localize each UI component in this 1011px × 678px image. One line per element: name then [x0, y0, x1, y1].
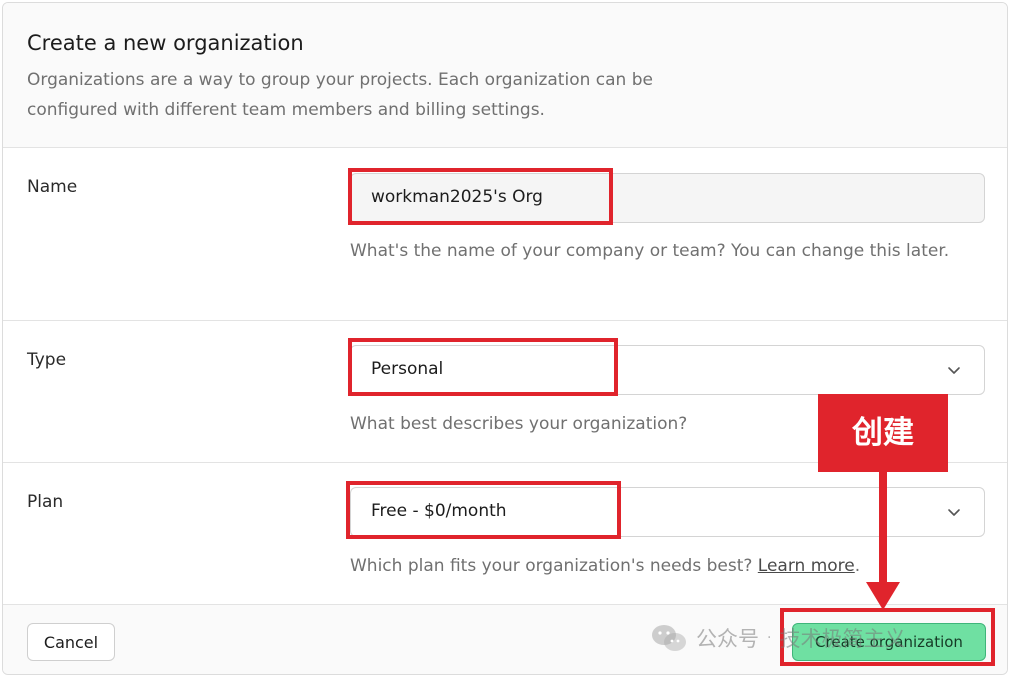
annotation-box-type: [348, 338, 618, 396]
plan-help-suffix: .: [854, 556, 861, 576]
annotation-arrow-line: [879, 472, 887, 586]
annotation-box-plan: [346, 481, 621, 539]
annotation-arrow-head: [866, 582, 900, 610]
wechat-icon: [652, 625, 686, 651]
plan-help-prefix: Which plan fits your organization's need…: [350, 556, 758, 576]
watermark-separator: ·: [767, 630, 772, 646]
plan-label: Plan: [27, 492, 64, 512]
name-help-text: What's the name of your company or team?…: [350, 241, 950, 261]
annotation-create-tag: 创建: [818, 394, 948, 472]
cancel-button[interactable]: Cancel: [27, 623, 115, 661]
watermark-author: 技术极简主义: [779, 627, 906, 651]
card-header: Create a new organization Organizations …: [3, 3, 1007, 148]
type-label: Type: [27, 350, 67, 370]
watermark-source: 公众号: [696, 627, 759, 651]
chevron-down-icon: [948, 367, 960, 374]
chevron-down-icon: [948, 509, 960, 516]
page-description: Organizations are a way to group your pr…: [27, 70, 653, 120]
name-label: Name: [27, 177, 78, 197]
annotation-box-name: [348, 168, 613, 225]
page-title: Create a new organization: [27, 31, 304, 55]
watermark: 公众号 · 技术极简主义: [650, 620, 905, 656]
learn-more-link[interactable]: Learn more: [758, 556, 855, 576]
